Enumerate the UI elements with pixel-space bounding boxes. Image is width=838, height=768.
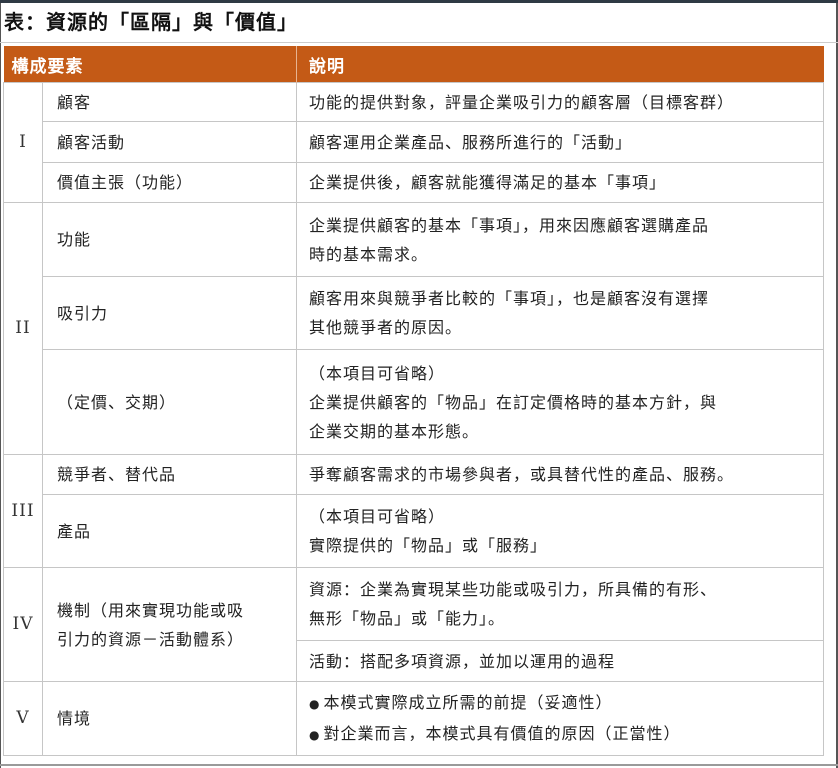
- header-description: 說明: [296, 46, 824, 83]
- element-name: （定價、交期）: [42, 349, 297, 455]
- element-description: 顧客用來與競爭者比較的「事項」，也是顧客沒有選擇 其他競爭者的原因。: [296, 276, 824, 350]
- element-description: （本項目可省略） 實際提供的「物品」或「服務」: [296, 494, 824, 568]
- group-numeral: I: [3, 82, 43, 203]
- header-row: 構成要素 說明: [3, 46, 824, 83]
- element-name: 吸引力: [42, 276, 297, 350]
- element-description: ● 本模式實際成立所需的前提（妥適性） ● 對企業而言，本模式具有價值的原因（正當性…: [296, 681, 824, 756]
- group-numeral: V: [3, 681, 43, 756]
- table-row: IV 機制（用來實現功能或吸 引力的資源－活動體系） 資源：企業為實現某些功能或…: [3, 567, 824, 682]
- bullet-icon: ●: [309, 727, 321, 742]
- bullet-item: ● 對企業而言，本模式具有價值的原因（正當性）: [309, 723, 681, 743]
- element-description: 爭奪顧客需求的市場參與者，或具替代性的產品、服務。: [296, 454, 824, 495]
- element-name: 產品: [42, 494, 297, 568]
- element-name: 情境: [42, 681, 297, 756]
- table-row: III 競爭者、替代品 爭奪顧客需求的市場參與者，或具替代性的產品、服務。: [3, 454, 824, 568]
- element-description: 顧客運用企業產品、服務所進行的「活動」: [296, 121, 824, 163]
- top-strip: [0, 0, 838, 3]
- table-row: I 顧客 功能的提供對象，評量企業吸引力的顧客層（目標客群）: [3, 82, 824, 203]
- bullet-item: ● 本模式實際成立所需的前提（妥適性）: [309, 692, 613, 712]
- table-row: 顧客活動 顧客運用企業產品、服務所進行的「活動」: [4, 121, 824, 163]
- group-numeral: IV: [3, 567, 43, 682]
- table-row: II 功能 企業提供顧客的基本「事項」，用來因應顧客選購產品 時的基本需求。: [3, 202, 824, 455]
- table-row: 價值主張（功能） 企業提供後，顧客就能獲得滿足的基本「事項」: [4, 162, 824, 203]
- table-row: 吸引力 顧客用來與競爭者比較的「事項」，也是顧客沒有選擇 其他競爭者的原因。: [4, 276, 824, 350]
- group-numeral: III: [3, 454, 43, 568]
- table-title: 表：資源的「區隔」與「價值」: [4, 10, 298, 34]
- header-element: 構成要素: [3, 46, 297, 83]
- table-row: 產品 （本項目可省略） 實際提供的「物品」或「服務」: [4, 494, 824, 568]
- bottom-divider: [0, 764, 838, 766]
- group-numeral: II: [3, 202, 43, 455]
- element-description: 活動：搭配多項資源，並加以運用的過程: [296, 640, 824, 682]
- element-description: （本項目可省略） 企業提供顧客的「物品」在訂定價格時的基本方針，與 企業交期的基…: [296, 349, 824, 455]
- element-name: 顧客活動: [42, 121, 297, 163]
- element-description: 企業提供後，顧客就能獲得滿足的基本「事項」: [296, 162, 824, 203]
- element-description: 功能的提供對象，評量企業吸引力的顧客層（目標客群）: [296, 82, 824, 122]
- element-name: 顧客: [42, 82, 297, 122]
- title-divider: [0, 42, 838, 43]
- element-description: 企業提供顧客的基本「事項」，用來因應顧客選購產品 時的基本需求。: [296, 202, 824, 277]
- element-name: 價值主張（功能）: [42, 162, 297, 203]
- element-name: 功能: [42, 202, 297, 277]
- bullet-icon: ●: [309, 696, 321, 711]
- element-name: 競爭者、替代品: [42, 454, 297, 495]
- elements-table: 構成要素 說明 I 顧客 功能的提供對象，評量企業吸引力的顧客層（目標客群） 顧…: [3, 46, 824, 756]
- table-row: （定價、交期） （本項目可省略） 企業提供顧客的「物品」在訂定價格時的基本方針，…: [4, 349, 824, 455]
- element-name: 機制（用來實現功能或吸 引力的資源－活動體系）: [42, 567, 297, 682]
- element-description: 資源：企業為實現某些功能或吸引力，所具備的有形、 無形「物品」或「能力」。: [296, 567, 824, 641]
- table-row: V 情境 ● 本模式實際成立所需的前提（妥適性） ● 對企業而言，本模式具有價值的原…: [3, 681, 824, 756]
